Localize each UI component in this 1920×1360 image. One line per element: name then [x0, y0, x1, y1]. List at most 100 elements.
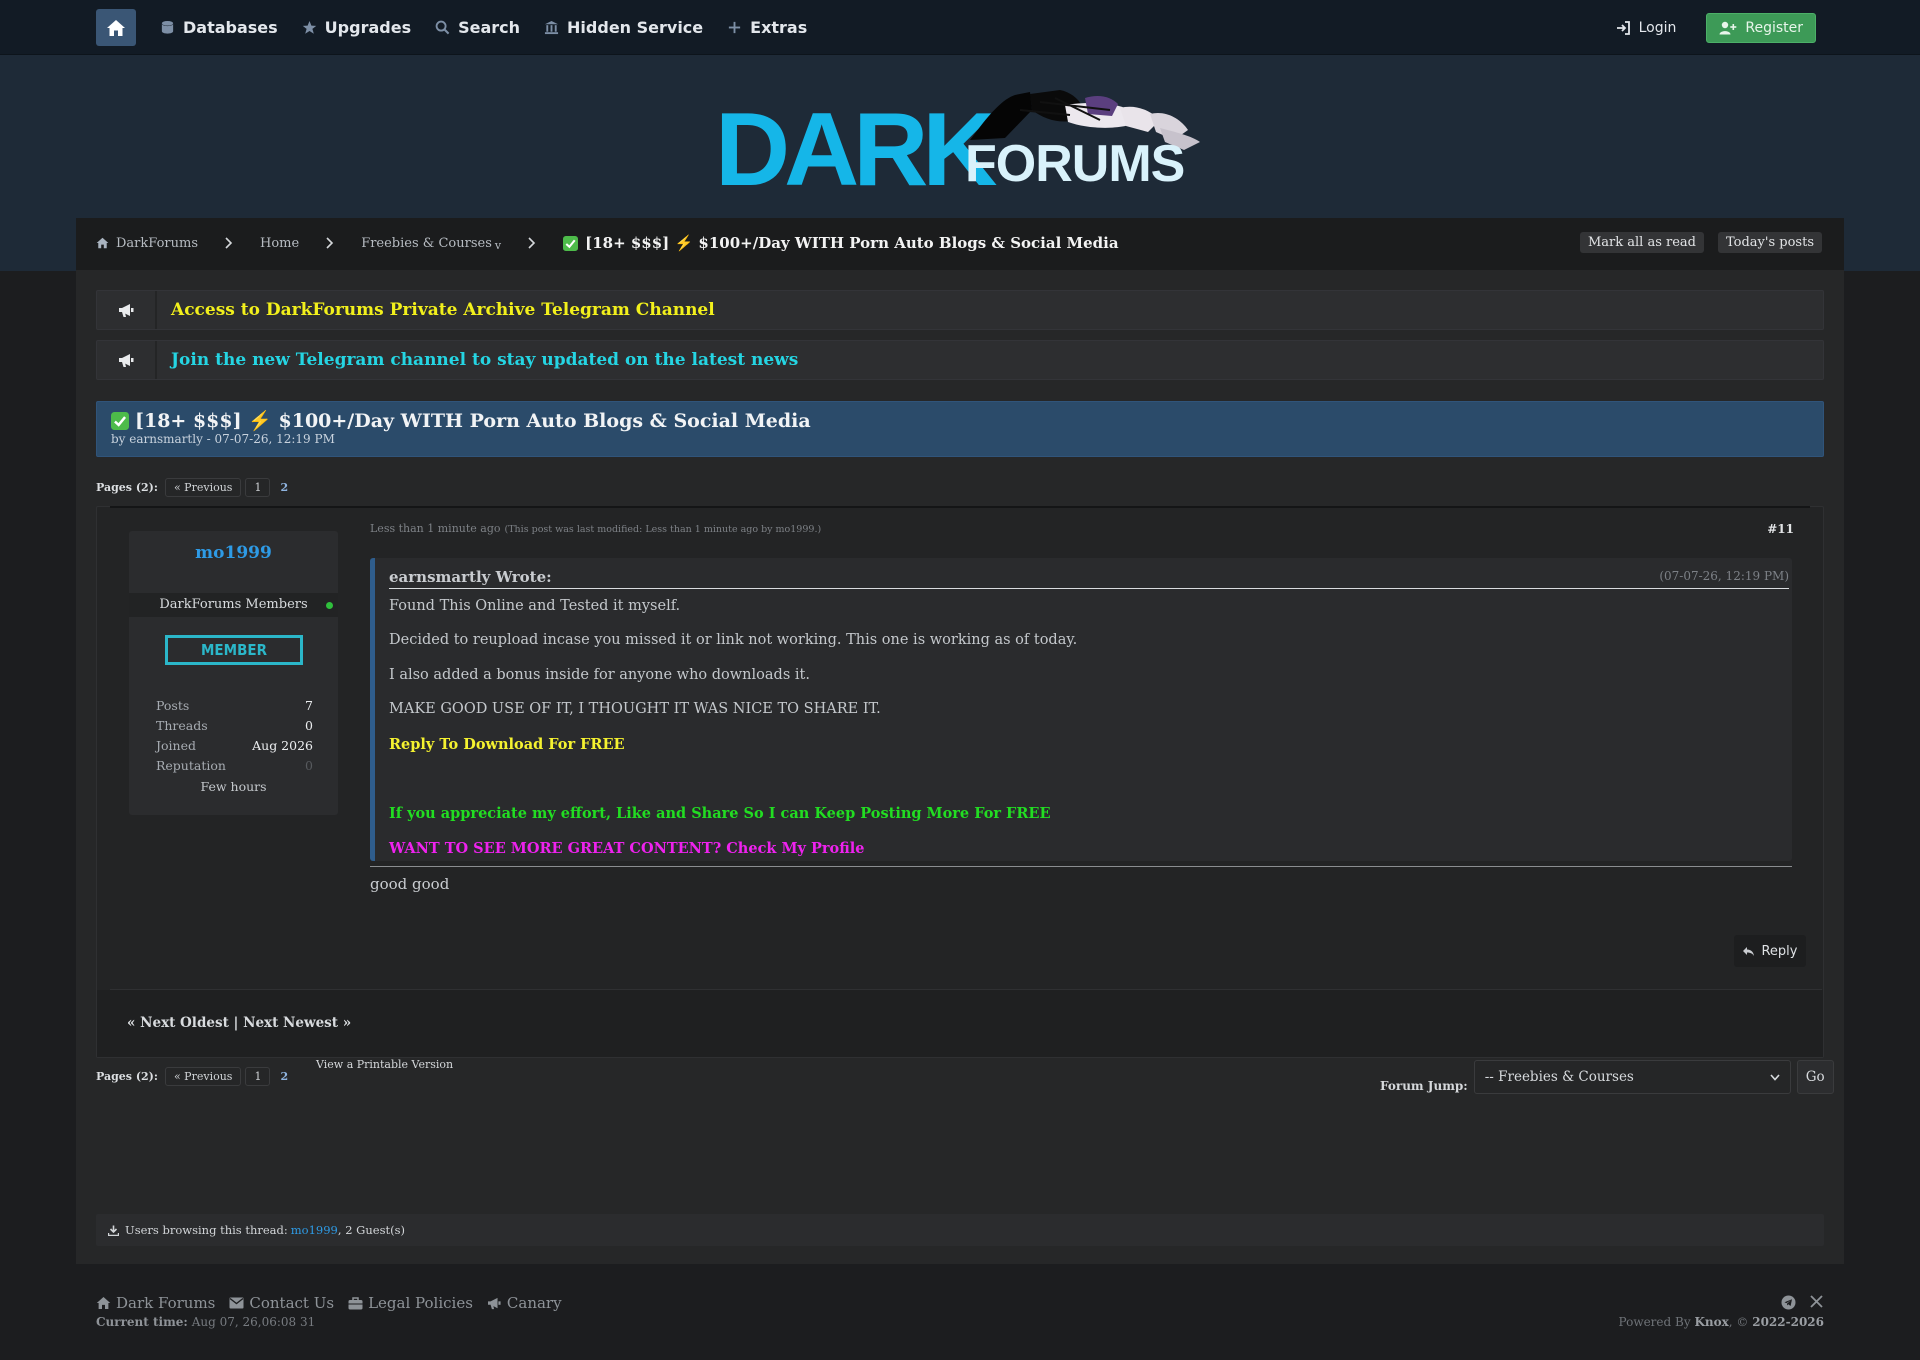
nav-upgrades[interactable]: Upgrades [302, 18, 411, 37]
breadcrumb-current-label: [18+ $$$] ⚡ $100+/Day WITH Porn Auto Blo… [585, 234, 1119, 252]
current-time: Current time: Aug 07, 26,06:08 31 [96, 1315, 315, 1329]
home-icon [96, 1297, 111, 1309]
mark-all-read-button[interactable]: Mark all as read [1579, 232, 1704, 253]
logo-dark-text: DARK [715, 92, 997, 208]
check-mark-icon [563, 235, 579, 251]
stat-joined-label: Joined [156, 738, 196, 753]
announcement-text[interactable]: Join the new Telegram channel to stay up… [171, 350, 798, 370]
powered-by-name[interactable]: Knox [1694, 1315, 1728, 1329]
author-username[interactable]: mo1999 [129, 543, 338, 563]
current-time-label: Current time: [96, 1315, 188, 1329]
pagination-previous[interactable]: « Previous [164, 1067, 242, 1086]
user-plus-icon [1719, 21, 1737, 35]
forum-jump-label: Forum Jump: [1380, 1079, 1468, 1093]
footer-contact-us-label: Contact Us [249, 1294, 335, 1312]
forum-jump-go-button[interactable]: Go [1796, 1060, 1834, 1094]
pagination-label: Pages (2): [96, 481, 158, 494]
footer-contact-us[interactable]: Contact Us [229, 1294, 334, 1312]
announcement-icon-box [97, 291, 157, 329]
copyright-years: 2022-2026 [1752, 1315, 1824, 1329]
breadcrumb: DarkForums Home Freebies & Courses v [18… [96, 234, 1119, 252]
site-logo[interactable]: DARK FORUMS [715, 80, 1205, 202]
quote-appreciate-text: If you appreciate my effort, Like and Sh… [389, 805, 1051, 822]
next-oldest-newest-links[interactable]: « Next Oldest | Next Newest » [127, 1015, 351, 1031]
auth-links: Login Register [1616, 13, 1816, 43]
footer-canary[interactable]: Canary [487, 1294, 562, 1312]
nav-databases[interactable]: Databases [160, 18, 278, 37]
thread-title: [18+ $$$] ⚡ $100+/Day WITH Porn Auto Blo… [111, 409, 811, 432]
login-link[interactable]: Login [1616, 20, 1677, 36]
users-browsing-bar: Users browsing this thread: mo1999, 2 Gu… [96, 1214, 1824, 1246]
pagination-previous[interactable]: « Previous [164, 478, 242, 497]
megaphone-icon [487, 1297, 501, 1309]
main-nav: Databases Upgrades Search Hidden Service… [160, 0, 807, 55]
forum-jump: Forum Jump: -- Freebies & Courses Go [1380, 1060, 1834, 1094]
printable-version-link[interactable]: View a Printable Version [316, 1058, 453, 1071]
post-top-border [110, 506, 1810, 508]
nav-hidden-service[interactable]: Hidden Service [544, 18, 703, 37]
pagination-page-2: 2 [280, 1070, 289, 1083]
reply-icon [1743, 946, 1755, 956]
post-time: Less than 1 minute ago [370, 522, 501, 535]
post-number[interactable]: #11 [1767, 522, 1794, 536]
breadcrumb-current: [18+ $$$] ⚡ $100+/Day WITH Porn Auto Blo… [563, 234, 1119, 252]
stat-joined: Joined Aug 2026 [156, 738, 313, 758]
stat-threads-label: Threads [156, 718, 208, 733]
star-icon [302, 20, 316, 34]
forum-jump-select[interactable]: -- Freebies & Courses [1473, 1060, 1791, 1094]
announcement-icon-box [97, 341, 157, 379]
quote-line: Found This Online and Tested it myself. [389, 598, 681, 614]
stat-threads-value[interactable]: 0 [305, 718, 313, 738]
nav-extras[interactable]: Extras [727, 18, 807, 37]
quote-line: Decided to reupload incase you missed it… [389, 632, 1078, 648]
breadcrumb-home[interactable]: Home [260, 236, 299, 251]
stat-reputation: Reputation 0 [156, 758, 313, 778]
post-body: good good [370, 875, 450, 893]
pagination-page-1[interactable]: 1 [245, 1067, 271, 1086]
home-button[interactable] [96, 9, 136, 46]
quote-profile-link[interactable]: WANT TO SEE MORE GREAT CONTENT? Check My… [389, 840, 865, 857]
browsing-suffix: , 2 Guest(s) [337, 1223, 405, 1237]
nav-upgrades-label: Upgrades [324, 18, 412, 37]
reply-button[interactable]: Reply [1734, 935, 1806, 967]
stat-threads: Threads 0 [156, 718, 313, 738]
nav-databases-label: Databases [183, 18, 278, 37]
quote-block: earnsmartly Wrote: (07-07-26, 12:19 PM) … [370, 558, 1792, 861]
x-twitter-icon[interactable] [1810, 1295, 1823, 1308]
telegram-icon[interactable] [1781, 1295, 1796, 1310]
login-label: Login [1638, 20, 1677, 36]
footer-links: Dark Forums Contact Us Legal Policies Ca… [96, 1294, 562, 1312]
announcement-text[interactable]: Access to DarkForums Private Archive Tel… [171, 300, 715, 320]
todays-posts-button[interactable]: Today's posts [1718, 232, 1822, 253]
breadcrumb-home-label: Home [260, 235, 300, 251]
footer-dark-forums-label: Dark Forums [116, 1294, 216, 1312]
powered-by: Powered By Knox, © 2022-2026 [1618, 1315, 1825, 1329]
reply-button-label: Reply [1761, 943, 1798, 959]
footer-legal-policies[interactable]: Legal Policies [348, 1294, 473, 1312]
browsing-prefix: Users browsing this thread: [125, 1223, 288, 1237]
pagination-page-1[interactable]: 1 [245, 478, 271, 497]
powered-by-prefix: Powered By [1618, 1315, 1691, 1329]
nav-search[interactable]: Search [435, 18, 520, 37]
search-icon [435, 20, 450, 35]
pagination-top: Pages (2): « Previous 1 2 [96, 478, 294, 497]
home-icon [107, 19, 125, 36]
breadcrumb-dropdown-marker[interactable]: v [495, 239, 501, 252]
author-usergroup: DarkForums Members [129, 593, 338, 617]
announcement-telegram-archive[interactable]: Access to DarkForums Private Archive Tel… [96, 290, 1824, 330]
stat-reputation-value[interactable]: 0 [305, 758, 313, 778]
quote-date[interactable]: (07-07-26, 12:19 PM) [1659, 569, 1789, 583]
quote-line: I also added a bonus inside for anyone w… [389, 667, 810, 683]
breadcrumb-freebies[interactable]: Freebies & Courses v [361, 235, 501, 252]
breadcrumb-darkforums[interactable]: DarkForums [96, 236, 198, 251]
announcement-telegram-channel[interactable]: Join the new Telegram channel to stay up… [96, 340, 1824, 380]
stat-posts-value[interactable]: 7 [305, 698, 313, 718]
nav-search-label: Search [458, 18, 521, 37]
register-button[interactable]: Register [1706, 13, 1816, 43]
footer-dark-forums[interactable]: Dark Forums [96, 1294, 215, 1312]
quote-line: MAKE GOOD USE OF IT, I THOUGHT IT WAS NI… [389, 701, 881, 717]
quote-header: earnsmartly Wrote: (07-07-26, 12:19 PM) [389, 568, 1789, 589]
browsing-user[interactable]: mo1999 [291, 1223, 338, 1237]
pagination-label: Pages (2): [96, 1070, 158, 1083]
author-stats: Posts 7 Threads 0 Joined Aug 2026 Reputatio… [156, 698, 313, 778]
